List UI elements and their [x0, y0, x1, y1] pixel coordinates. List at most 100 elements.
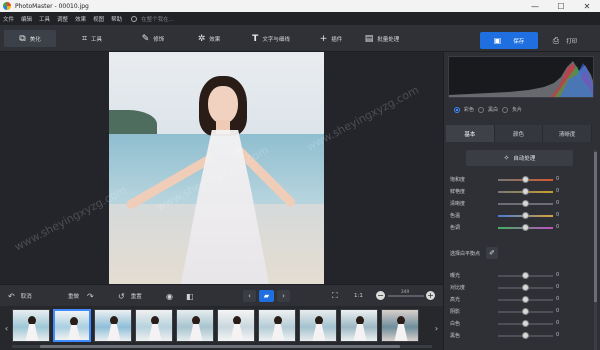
- tool-plugins[interactable]: + 插件: [308, 30, 354, 47]
- app-logo-icon: [3, 2, 11, 10]
- eyedropper-button[interactable]: ✐: [486, 247, 499, 259]
- thumbnail[interactable]: [381, 309, 419, 342]
- slider-knob[interactable]: [522, 272, 529, 279]
- thumbnail[interactable]: [176, 309, 214, 342]
- image-canvas[interactable]: www.sheyingxyzg.com www.sheyingxyzg.com …: [0, 52, 443, 284]
- undo-button[interactable]: ↶ 取消: [8, 290, 32, 302]
- slider-value: 0: [556, 176, 560, 182]
- slider-knob[interactable]: [522, 200, 529, 207]
- fit-screen-button[interactable]: ⛶: [332, 290, 344, 302]
- menu-file[interactable]: 文件: [3, 15, 14, 23]
- print-button[interactable]: ⎙ 打印: [540, 32, 590, 49]
- close-button[interactable]: ✕: [574, 0, 600, 12]
- next-image-button[interactable]: ›: [277, 290, 290, 302]
- zoom-slider[interactable]: [388, 295, 424, 297]
- tool-effects[interactable]: ✲ 效果: [184, 30, 234, 47]
- slider-label: 色温: [450, 212, 461, 219]
- chevron-left-icon: ‹: [248, 292, 251, 300]
- slider-knob[interactable]: [522, 332, 529, 339]
- slider-row: 阴影 0: [450, 306, 590, 316]
- tool-retouch-label: 修饰: [153, 36, 165, 43]
- printer-icon: ⎙: [552, 35, 560, 45]
- thumbnail[interactable]: [217, 309, 255, 342]
- ratio-label: 1:1: [354, 293, 363, 299]
- tab-basic[interactable]: 基本: [446, 125, 495, 142]
- open-folder-button[interactable]: ▰: [259, 290, 274, 302]
- zoom-in-button[interactable]: +: [426, 291, 435, 300]
- panel-scroll-thumb[interactable]: [594, 152, 597, 302]
- brush-icon: ✎: [141, 33, 150, 44]
- slider-value: 0: [556, 224, 560, 230]
- slider-row: 鲜艳度 0: [450, 186, 590, 196]
- thumbnail-figure: [274, 316, 282, 325]
- mode-bw-radio[interactable]: [478, 106, 485, 113]
- slider-label: 清晰度: [450, 200, 466, 207]
- layers-icon: ⧉: [19, 33, 26, 44]
- slider-label: 高光: [450, 296, 461, 303]
- mode-color-radio[interactable]: [454, 106, 460, 113]
- batch-icon: ▤: [364, 33, 374, 44]
- mode-negative-radio[interactable]: [502, 106, 509, 113]
- thumbnail[interactable]: [12, 309, 50, 342]
- thumbnail[interactable]: [135, 309, 173, 342]
- slider-knob[interactable]: [522, 296, 529, 303]
- film-prev-button[interactable]: ‹: [2, 314, 11, 342]
- face-shape: [208, 86, 238, 124]
- menu-tools[interactable]: 工具: [39, 15, 50, 23]
- menu-help[interactable]: 帮助: [111, 15, 122, 23]
- menu-bar: 文件 编辑 工具 调整 效果 视图 帮助 在整个我在...: [0, 12, 600, 25]
- window-controls: — ☐ ✕: [522, 0, 600, 12]
- maximize-button[interactable]: ☐: [548, 0, 574, 12]
- zoom-out-button[interactable]: −: [376, 291, 385, 300]
- menu-edit[interactable]: 编辑: [21, 15, 32, 23]
- compare-button[interactable]: ◧: [186, 290, 200, 302]
- slider-knob[interactable]: [522, 212, 529, 219]
- thumbnail-dress: [394, 324, 408, 341]
- mode-color-label: 彩色: [464, 107, 475, 113]
- reset-label: 重置: [130, 294, 142, 300]
- eyedropper-icon: ✐: [489, 249, 495, 257]
- thumbnail[interactable]: [53, 309, 91, 342]
- tab-color[interactable]: 颜色: [494, 125, 544, 142]
- auto-process-button[interactable]: ✧ 自动处理: [466, 150, 573, 166]
- slider-label: 白色: [450, 320, 461, 327]
- save-button[interactable]: ▣ 保存: [480, 32, 538, 49]
- prev-image-button[interactable]: ‹: [243, 290, 256, 302]
- thumbnail[interactable]: [340, 309, 378, 342]
- thumbnail-dress: [148, 324, 162, 341]
- thumbnail[interactable]: [94, 309, 132, 342]
- filmstrip: ‹ ›: [0, 306, 443, 350]
- slider-value: 0: [556, 308, 560, 314]
- slider-knob[interactable]: [522, 308, 529, 315]
- preview-toggle[interactable]: ◉: [166, 290, 179, 302]
- tool-crop[interactable]: ⌗ 工具: [68, 30, 116, 47]
- slider-knob[interactable]: [522, 224, 529, 231]
- tab-sharpness[interactable]: 清晰度: [543, 125, 593, 142]
- minimize-button[interactable]: —: [522, 0, 548, 12]
- tool-retouch[interactable]: ✎ 修饰: [128, 30, 178, 47]
- film-next-button[interactable]: ›: [432, 314, 441, 342]
- menu-effects[interactable]: 效果: [75, 15, 86, 23]
- redo-button[interactable]: 重做 ↷: [68, 290, 100, 302]
- tool-batch[interactable]: ▤ 批量处理: [358, 30, 406, 47]
- menu-adjust[interactable]: 调整: [57, 15, 68, 23]
- redo-label: 重做: [68, 294, 80, 300]
- tool-enhance[interactable]: ⧉ 美化: [4, 30, 56, 47]
- actual-size-button[interactable]: 1:1: [354, 290, 363, 302]
- menu-search[interactable]: 在整个我在...: [131, 15, 174, 23]
- slider-knob[interactable]: [522, 320, 529, 327]
- chevron-right-icon: ›: [434, 323, 439, 333]
- tool-text[interactable]: T 文字与细线: [238, 30, 304, 47]
- slider-knob[interactable]: [522, 188, 529, 195]
- thumbnail[interactable]: [299, 309, 337, 342]
- fit-icon: ⛶: [332, 291, 338, 300]
- slider-knob[interactable]: [522, 284, 529, 291]
- film-scroll-thumb[interactable]: [40, 345, 400, 348]
- thumbnail[interactable]: [258, 309, 296, 342]
- menu-view[interactable]: 视图: [93, 15, 104, 23]
- reset-button[interactable]: ↺ 重置: [118, 290, 142, 302]
- slider-value: 0: [556, 188, 560, 194]
- thumbnail-dress: [189, 324, 203, 341]
- slider-value: 0: [556, 320, 560, 326]
- slider-knob[interactable]: [522, 176, 529, 183]
